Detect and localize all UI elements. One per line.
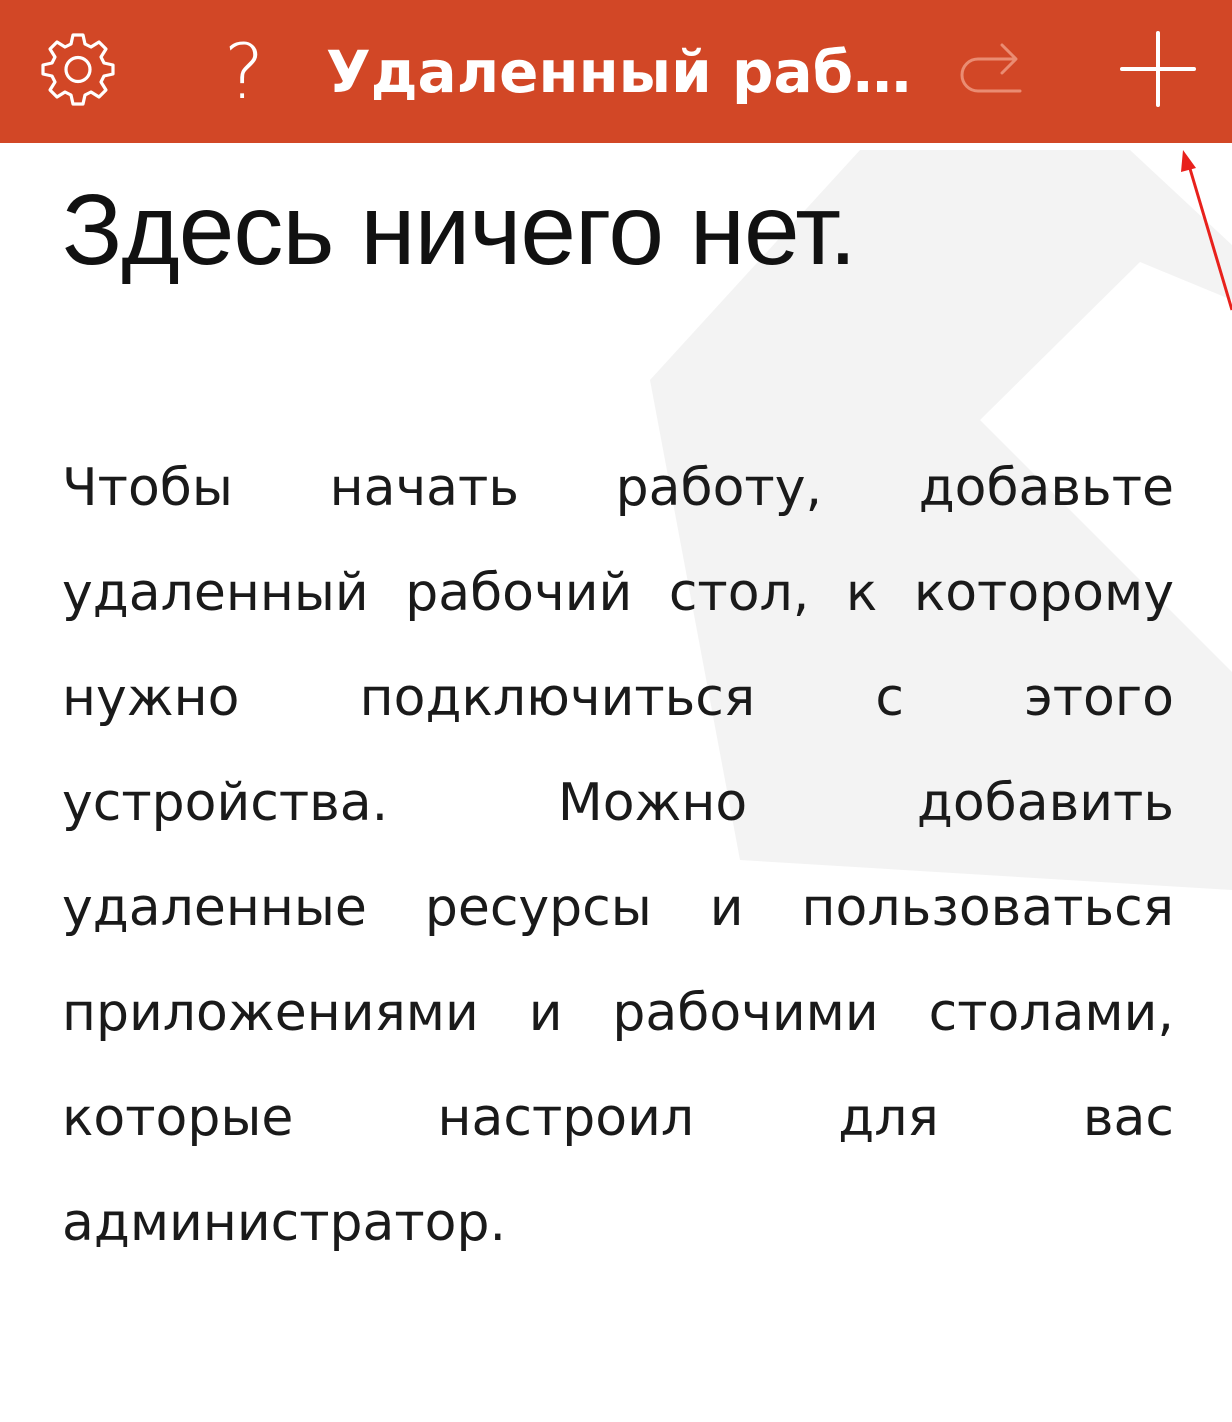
message-word: с [875,668,904,728]
message-word: и [709,878,744,938]
message-word: рабочий [405,563,633,623]
message-word: удаленный [62,563,369,623]
message-word: подключиться [359,668,756,728]
message-word: нужно [62,668,240,728]
top-bar: ? Удаленный раб… [0,0,1232,143]
screen: ? Удаленный раб… Здесь ничего нет. Чтобы… [0,0,1232,1422]
window-title: Удаленный раб… [326,37,912,106]
message-word: столами, [928,983,1174,1043]
message-line: администратор. [62,1188,1174,1258]
message-word: этого [1024,668,1174,728]
message-word: добавить [916,773,1174,833]
message-word: стол, [668,563,810,623]
message-word: для [838,1088,939,1148]
message-line: нужно подключиться с этого [62,663,1174,733]
message-word: добавьте [918,458,1174,518]
message-line: приложениями и рабочими столами, [62,978,1174,1048]
message-word: вас [1082,1088,1174,1148]
settings-button[interactable] [30,0,126,143]
message-word: ресурсы [424,878,652,938]
message-word: пользоваться [801,878,1174,938]
message-word: администратор. [62,1193,507,1253]
plus-icon [1118,29,1198,114]
message-line: устройства. Можно добавить [62,768,1174,838]
message-word: которому [913,563,1174,623]
message-line: которые настроил для вас [62,1083,1174,1153]
help-button[interactable]: ? [196,0,292,143]
empty-state-heading: Здесь ничего нет. [62,174,857,286]
message-word: начать [329,458,519,518]
message-word: рабочими [612,983,879,1043]
message-line: Чтобы начать работу, добавьте [62,453,1174,523]
add-button[interactable] [1110,0,1206,143]
message-word: Можно [557,773,748,833]
refresh-button[interactable] [942,0,1038,143]
message-word: и [528,983,563,1043]
gear-icon [40,31,116,112]
message-word: которые [62,1088,294,1148]
refresh-icon [950,29,1030,114]
message-word: к [845,563,878,623]
question-icon: ? [223,26,265,116]
message-word: устройства. [62,773,389,833]
message-word: работу, [615,458,823,518]
message-word: Чтобы [62,458,233,518]
message-word: удаленные [62,878,367,938]
message-word: приложениями [62,983,479,1043]
message-line: удаленный рабочий стол, к которому [62,558,1174,628]
message-line: удаленные ресурсы и пользоваться [62,873,1174,943]
message-word: настроил [437,1088,695,1148]
